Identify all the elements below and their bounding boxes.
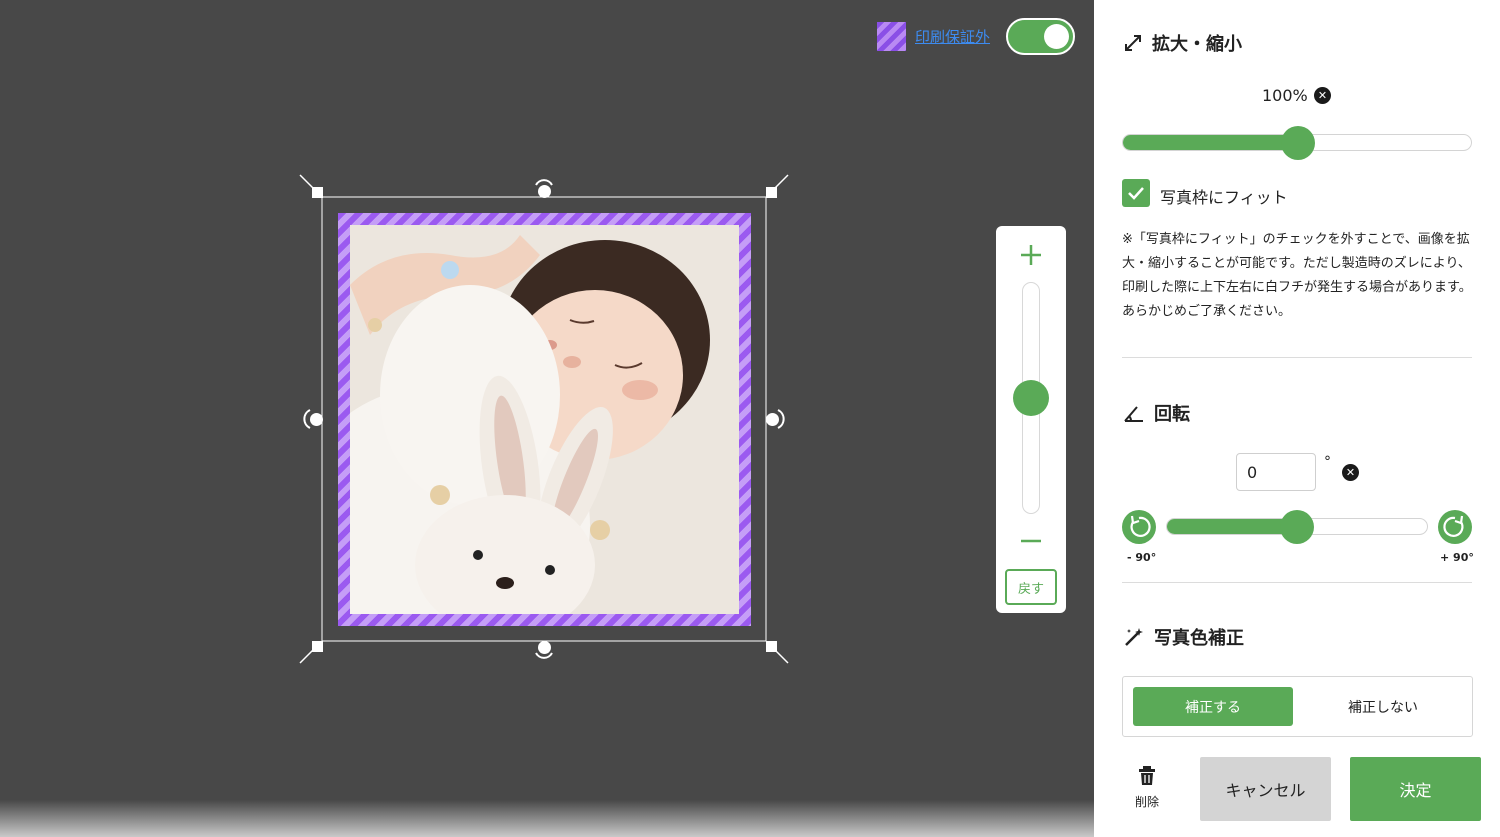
resize-handle-top-right[interactable] bbox=[766, 187, 777, 198]
reset-button[interactable]: 戻す bbox=[1005, 569, 1057, 605]
zoom-panel: 戻す bbox=[996, 226, 1066, 613]
print-guarantee-link[interactable]: 印刷保証外 bbox=[915, 26, 990, 47]
scale-title-text: 拡大・縮小 bbox=[1152, 34, 1242, 55]
resize-handle-bottom-left[interactable] bbox=[312, 641, 323, 652]
rotate-plus-label: + 90° bbox=[1440, 551, 1474, 564]
rotate-handle-bottom[interactable] bbox=[538, 641, 551, 654]
correction-off-button[interactable]: 補正しない bbox=[1303, 687, 1463, 726]
rotate-handle-right[interactable] bbox=[766, 413, 779, 426]
fit-label: 写真枠にフィット bbox=[1160, 188, 1288, 207]
plus-icon[interactable] bbox=[1016, 240, 1046, 270]
scale-percent: 100% bbox=[1262, 86, 1308, 105]
fit-checkbox[interactable] bbox=[1122, 179, 1150, 207]
scale-section-title: 拡大・縮小 bbox=[1124, 30, 1242, 56]
rotate-right-button[interactable] bbox=[1438, 510, 1472, 544]
print-guarantee-swatch bbox=[877, 22, 906, 51]
confirm-button[interactable]: 決定 bbox=[1350, 757, 1481, 821]
rotate-minus-label: - 90° bbox=[1127, 551, 1157, 564]
rotation-section-title: 回転 bbox=[1124, 400, 1190, 426]
scale-reset-icon[interactable]: ✕ bbox=[1314, 87, 1331, 104]
settings-panel: 拡大・縮小 100% ✕ 写真枠にフィット ※「写真枠にフィット」のチェックを外… bbox=[1094, 0, 1500, 837]
color-correction-title-text: 写真色補正 bbox=[1154, 628, 1244, 649]
print-guarantee-toggle[interactable] bbox=[1006, 18, 1075, 55]
rotation-reset-icon[interactable]: ✕ bbox=[1342, 464, 1359, 481]
section-divider bbox=[1122, 582, 1472, 583]
resize-arrow-icon bbox=[1125, 35, 1141, 51]
check-icon bbox=[1128, 187, 1144, 200]
rotate-handle-top[interactable] bbox=[538, 185, 551, 198]
rotate-handle-left[interactable] bbox=[310, 413, 323, 426]
photo-frame[interactable] bbox=[338, 213, 751, 626]
degree-unit: ° bbox=[1324, 454, 1331, 470]
toggle-knob bbox=[1044, 24, 1069, 49]
delete-button[interactable]: 削除 bbox=[1124, 766, 1170, 814]
rotation-degree-input[interactable] bbox=[1236, 453, 1316, 491]
correction-on-button[interactable]: 補正する bbox=[1133, 687, 1293, 726]
rotate-left-button[interactable] bbox=[1122, 510, 1156, 544]
photo-image[interactable] bbox=[350, 225, 739, 614]
minus-icon[interactable] bbox=[1016, 526, 1046, 556]
rotation-title-text: 回転 bbox=[1154, 404, 1190, 425]
print-guarantee: 印刷保証外 bbox=[877, 22, 990, 51]
editor-canvas: 印刷保証外 戻す bbox=[0, 0, 1094, 837]
color-correction-title: 写真色補正 bbox=[1124, 624, 1244, 650]
resize-handle-top-left[interactable] bbox=[312, 187, 323, 198]
rotate-cw-icon bbox=[1443, 515, 1464, 537]
cancel-button[interactable]: キャンセル bbox=[1200, 757, 1331, 821]
delete-label: 削除 bbox=[1134, 795, 1159, 809]
rotation-slider-thumb[interactable] bbox=[1280, 510, 1314, 544]
color-correction-toggle: 補正する 補正しない bbox=[1122, 676, 1473, 737]
scale-slider-fill bbox=[1123, 135, 1298, 150]
trash-icon bbox=[1139, 766, 1155, 785]
rotation-slider-fill bbox=[1167, 519, 1298, 534]
photo-illustration bbox=[350, 225, 739, 614]
fit-note: ※「写真枠にフィット」のチェックを外すことで、画像を拡大・縮小することが可能です… bbox=[1122, 232, 1472, 319]
angle-icon bbox=[1124, 406, 1143, 422]
rotate-ccw-icon bbox=[1130, 515, 1151, 537]
magic-wand-icon bbox=[1125, 628, 1143, 646]
section-divider bbox=[1122, 357, 1472, 358]
resize-handle-bottom-right[interactable] bbox=[766, 641, 777, 652]
zoom-slider-thumb[interactable] bbox=[1013, 380, 1049, 416]
scale-slider-thumb[interactable] bbox=[1281, 126, 1315, 160]
